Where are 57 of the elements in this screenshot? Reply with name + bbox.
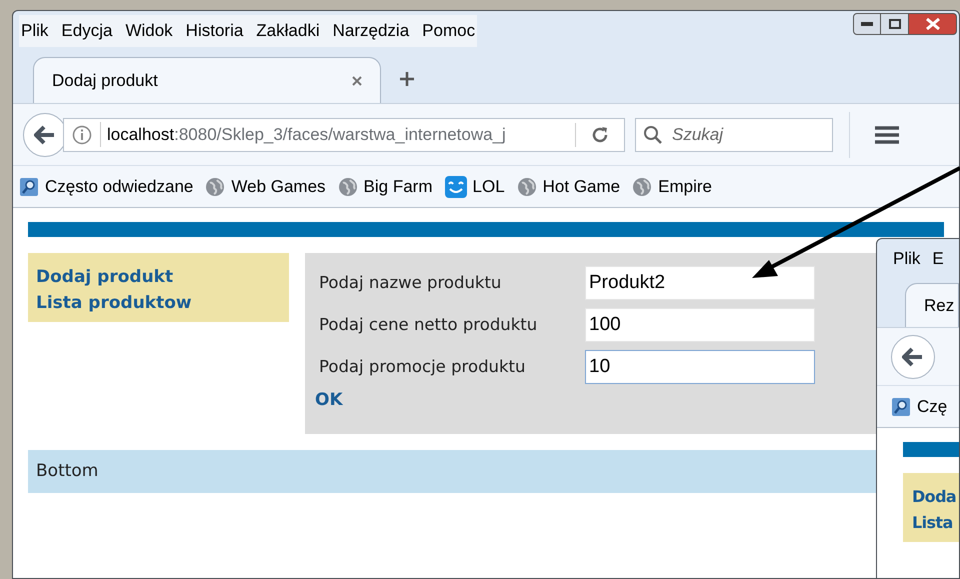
menu-icon[interactable]: [874, 124, 900, 144]
info-icon[interactable]: [72, 124, 92, 144]
bookmark-item[interactable]: Big Farm: [338, 174, 433, 200]
menu-item[interactable]: Zakładki: [256, 18, 320, 44]
address-bar[interactable]: localhost:8080/Sklep_3/faces/warstwa_internetowa_j: [63, 118, 625, 152]
nav-link[interactable]: Lista: [912, 510, 953, 536]
search-field[interactable]: Szukaj: [635, 118, 833, 152]
bookmark-item[interactable]: Często odwiedzane: [19, 174, 194, 200]
field-label: Podaj nazwe produktu: [319, 272, 502, 294]
maximize-button[interactable]: [881, 13, 909, 35]
reload-icon[interactable]: [590, 124, 610, 144]
minimize-icon: [861, 22, 873, 26]
field-label: Podaj promocje produktu: [319, 356, 526, 378]
field-label: Podaj cene netto produktu: [319, 314, 538, 336]
globe-icon: [516, 176, 537, 196]
header-bar: [903, 442, 959, 457]
back-arrow-icon: [902, 346, 924, 366]
nav-link[interactable]: Dodaj produkt: [36, 264, 174, 290]
menu-item[interactable]: Pomoc: [422, 18, 476, 44]
footer-text: Bottom: [36, 460, 98, 483]
globe-icon: [632, 176, 652, 196]
input-field[interactable]: 10: [585, 350, 815, 384]
smiley-icon: [444, 176, 467, 198]
url-text: localhost:8080/Sklep_3/faces/warstwa_internetowa_j: [100, 122, 506, 148]
search-page-icon: [19, 176, 39, 196]
back-button[interactable]: [891, 334, 935, 378]
search-page-icon: [891, 396, 911, 416]
bookmark-item[interactable]: Hot Game: [516, 174, 620, 200]
menu-item[interactable]: Widok: [125, 18, 173, 44]
globe-icon: [338, 176, 358, 196]
nav-link[interactable]: Doda: [912, 484, 956, 510]
browser-tab[interactable]: Rez: [905, 283, 959, 327]
menu-item[interactable]: Plik: [21, 18, 48, 44]
bookmark-item[interactable]: Web Games: [205, 174, 326, 200]
minimize-button[interactable]: [853, 13, 881, 35]
menu-item[interactable]: Edycja: [61, 18, 112, 44]
input-field[interactable]: Produkt2: [585, 266, 815, 300]
plus-icon[interactable]: [399, 71, 415, 87]
back-arrow-icon: [34, 124, 56, 144]
close-button[interactable]: [909, 13, 957, 35]
bookmark-item[interactable]: LOL: [444, 174, 505, 200]
bookmark-item[interactable]: Empire: [632, 174, 712, 200]
nav-link[interactable]: Lista produktow: [36, 290, 192, 316]
maximize-icon: [888, 19, 900, 29]
input-field[interactable]: 100: [585, 308, 815, 342]
menu-item[interactable]: Historia: [186, 18, 244, 44]
menu-item[interactable]: Plik: [893, 246, 920, 272]
ok-link[interactable]: OK: [315, 388, 343, 414]
menu-item[interactable]: Narzędzia: [332, 18, 410, 44]
tab-title: Rez: [924, 294, 954, 317]
globe-icon: [205, 176, 226, 196]
search-icon: [643, 124, 663, 144]
menu-item[interactable]: E: [932, 246, 944, 272]
close-icon: [926, 18, 940, 30]
close-icon[interactable]: [352, 76, 362, 86]
browser-tab[interactable]: Dodaj produkt: [33, 57, 381, 103]
tab-title: Dodaj produkt: [52, 70, 158, 92]
